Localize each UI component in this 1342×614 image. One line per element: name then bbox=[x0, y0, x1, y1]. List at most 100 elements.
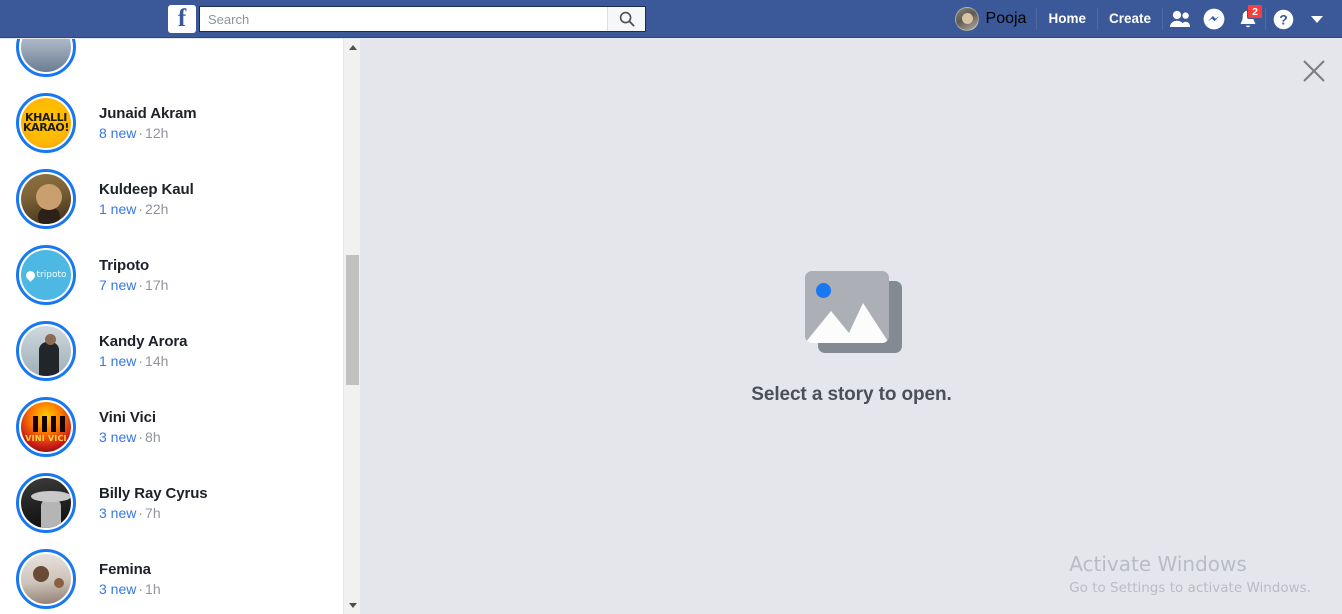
sidebar-scrollbar[interactable] bbox=[343, 39, 360, 614]
story-ring: KHALLI KARAO! bbox=[16, 93, 76, 153]
avatar: VINI VICI bbox=[21, 402, 71, 452]
story-separator: · bbox=[138, 580, 144, 597]
story-separator: · bbox=[138, 200, 144, 217]
list-item[interactable]: Kandy Arora 1 new · 14h bbox=[0, 313, 343, 389]
story-meta: 8 new · 12h bbox=[99, 124, 196, 143]
help-icon: ? bbox=[1273, 9, 1293, 29]
logo-line-2: KARAO! bbox=[23, 121, 69, 134]
top-nav-right-group: Pooja Home Create 2 ? bbox=[945, 0, 1334, 38]
empty-state: Select a story to open. bbox=[361, 271, 1342, 406]
home-link[interactable]: Home bbox=[1037, 5, 1097, 33]
empty-state-message: Select a story to open. bbox=[751, 384, 952, 405]
story-viewer-panel: Select a story to open. Activate Windows… bbox=[361, 39, 1342, 614]
list-item[interactable]: Billy Ray Cyrus 3 new · 7h bbox=[0, 465, 343, 541]
facebook-logo[interactable]: f bbox=[168, 5, 196, 33]
list-item[interactable] bbox=[0, 39, 343, 85]
search-icon bbox=[619, 11, 635, 27]
story-meta: 3 new · 7h bbox=[99, 504, 208, 523]
story-time: 1h bbox=[145, 580, 161, 597]
story-meta: 7 new · 17h bbox=[99, 276, 168, 295]
story-new-count: 3 new bbox=[99, 428, 137, 445]
avatar bbox=[21, 478, 71, 528]
avatar-logo-text: KHALLI KARAO! bbox=[21, 98, 71, 148]
story-details: Kuldeep Kaul 1 new · 22h bbox=[99, 180, 194, 219]
avatar-logo-text: tripoto bbox=[21, 250, 71, 300]
story-new-count: 7 new bbox=[99, 276, 137, 293]
chevron-down-icon bbox=[1311, 15, 1323, 23]
story-details: Vini Vici 3 new · 8h bbox=[99, 408, 161, 447]
story-meta: 1 new · 14h bbox=[99, 352, 187, 371]
story-time: 8h bbox=[145, 428, 161, 445]
list-item[interactable]: VINI VICI Vini Vici 3 new · 8h bbox=[0, 389, 343, 465]
list-item[interactable]: Kuldeep Kaul 1 new · 22h bbox=[0, 161, 343, 237]
story-time: 14h bbox=[145, 352, 169, 369]
svg-text:?: ? bbox=[1279, 11, 1288, 27]
placeholder-mountain-shape bbox=[804, 303, 889, 343]
search-bar[interactable] bbox=[199, 6, 646, 32]
story-author: Kandy Arora bbox=[99, 332, 188, 350]
windows-activation-watermark: Activate Windows Go to Settings to activ… bbox=[1069, 551, 1311, 598]
avatar-logo-text: VINI VICI bbox=[25, 434, 67, 443]
profile-link[interactable]: Pooja bbox=[945, 5, 1037, 33]
story-new-count: 8 new bbox=[99, 124, 137, 141]
story-time: 12h bbox=[145, 124, 169, 141]
story-author: Billy Ray Cyrus bbox=[99, 484, 208, 502]
story-separator: · bbox=[138, 124, 144, 141]
story-separator: · bbox=[138, 276, 144, 293]
profile-name: Pooja bbox=[985, 10, 1027, 27]
logo-line-1: tripoto bbox=[36, 270, 67, 280]
story-ring bbox=[16, 549, 76, 609]
avatar: tripoto bbox=[21, 250, 71, 300]
facebook-top-navigation-bar: f Pooja Home Create bbox=[0, 0, 1342, 38]
stories-sidebar: KHALLI KARAO! Junaid Akram 8 new · 12h Kul… bbox=[0, 39, 343, 614]
help-button[interactable]: ? bbox=[1266, 5, 1300, 33]
story-list: KHALLI KARAO! Junaid Akram 8 new · 12h Kul… bbox=[0, 39, 343, 614]
story-author: Tripoto bbox=[99, 256, 150, 274]
account-menu-button[interactable] bbox=[1300, 5, 1334, 33]
notifications-button[interactable]: 2 bbox=[1231, 4, 1265, 33]
scroll-down-arrow[interactable] bbox=[344, 597, 361, 614]
story-ring bbox=[16, 473, 76, 533]
placeholder-front-card bbox=[804, 271, 889, 343]
search-input[interactable] bbox=[200, 7, 607, 31]
story-meta: 3 new · 8h bbox=[99, 428, 161, 447]
avatar bbox=[954, 7, 979, 31]
close-icon bbox=[1303, 60, 1325, 82]
list-item[interactable]: Femina 3 new · 1h bbox=[0, 541, 343, 614]
story-new-count: 3 new bbox=[99, 504, 137, 521]
story-ring: tripoto bbox=[16, 245, 76, 305]
list-item[interactable]: tripoto Tripoto 7 new · 17h bbox=[0, 237, 343, 313]
story-new-count: 1 new bbox=[99, 352, 137, 369]
messenger-button[interactable] bbox=[1197, 5, 1231, 33]
story-ring bbox=[16, 321, 76, 381]
story-ring: VINI VICI bbox=[16, 397, 76, 457]
scroll-up-arrow[interactable] bbox=[344, 39, 361, 56]
story-separator: · bbox=[138, 504, 144, 521]
story-details: Kandy Arora 1 new · 14h bbox=[99, 332, 187, 371]
story-author: Kuldeep Kaul bbox=[99, 180, 194, 198]
story-new-count: 1 new bbox=[99, 200, 137, 217]
story-time: 22h bbox=[145, 200, 169, 217]
scrollbar-thumb[interactable] bbox=[346, 255, 359, 385]
avatar bbox=[21, 326, 71, 376]
search-button[interactable] bbox=[607, 7, 645, 31]
story-meta: 1 new · 22h bbox=[99, 200, 194, 219]
friend-requests-icon bbox=[1170, 10, 1190, 27]
avatar bbox=[21, 174, 71, 224]
close-button[interactable] bbox=[1297, 54, 1331, 88]
location-pin-icon bbox=[23, 268, 37, 282]
story-ring bbox=[16, 39, 76, 77]
watermark-title: Activate Windows bbox=[1069, 552, 1247, 576]
story-new-count: 3 new bbox=[99, 580, 137, 597]
notifications-badge: 2 bbox=[1247, 4, 1263, 19]
friend-requests-button[interactable] bbox=[1163, 5, 1197, 33]
story-author: Femina bbox=[99, 560, 151, 578]
story-separator: · bbox=[138, 352, 144, 369]
story-details: Billy Ray Cyrus 3 new · 7h bbox=[99, 484, 208, 523]
list-item[interactable]: KHALLI KARAO! Junaid Akram 8 new · 12h bbox=[0, 85, 343, 161]
create-link[interactable]: Create bbox=[1098, 5, 1162, 33]
story-author: Junaid Akram bbox=[99, 104, 197, 122]
avatar bbox=[21, 554, 71, 604]
avatar: KHALLI KARAO! bbox=[21, 98, 71, 148]
story-details: Junaid Akram 8 new · 12h bbox=[99, 104, 197, 143]
